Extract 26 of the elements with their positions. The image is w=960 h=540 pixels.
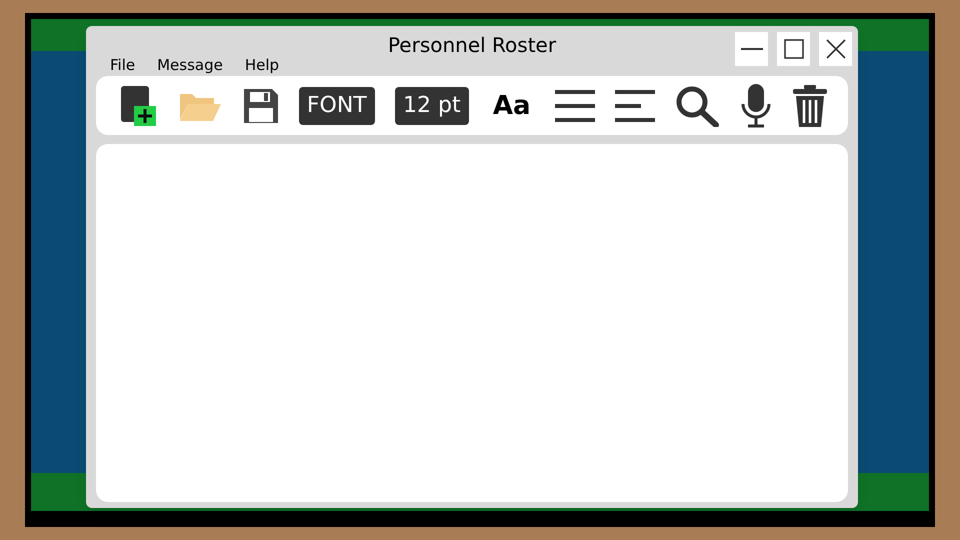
minimize-icon	[740, 48, 762, 50]
minimize-button[interactable]	[735, 32, 768, 66]
menu-item[interactable]: File	[110, 54, 136, 76]
close-button[interactable]	[819, 32, 852, 66]
menu-item[interactable]: Message	[157, 54, 223, 76]
close-icon	[826, 39, 846, 59]
toolbar-button[interactable]: FONT	[298, 86, 375, 124]
new-document-button[interactable]	[120, 86, 158, 126]
microphone-button[interactable]	[740, 84, 772, 128]
maximize-button[interactable]	[777, 32, 810, 66]
microphone-icon	[740, 84, 772, 128]
save-button[interactable]	[242, 88, 279, 124]
search-icon	[675, 84, 720, 126]
text-case-button[interactable]: Aa	[488, 92, 535, 118]
search-button[interactable]	[675, 84, 720, 126]
menu-item[interactable]: Help	[244, 54, 280, 76]
align-justify-icon	[554, 90, 595, 122]
maximize-icon	[784, 39, 804, 59]
new-document-icon	[120, 86, 158, 126]
justify-button[interactable]	[554, 90, 595, 122]
trash-icon	[792, 84, 828, 126]
toolbar-button[interactable]: 12 pt	[395, 86, 469, 124]
delete-button[interactable]	[792, 84, 828, 126]
window-title: Personnel Roster	[388, 32, 556, 59]
align-left-button[interactable]	[615, 90, 656, 122]
align-left-icon	[615, 90, 656, 122]
